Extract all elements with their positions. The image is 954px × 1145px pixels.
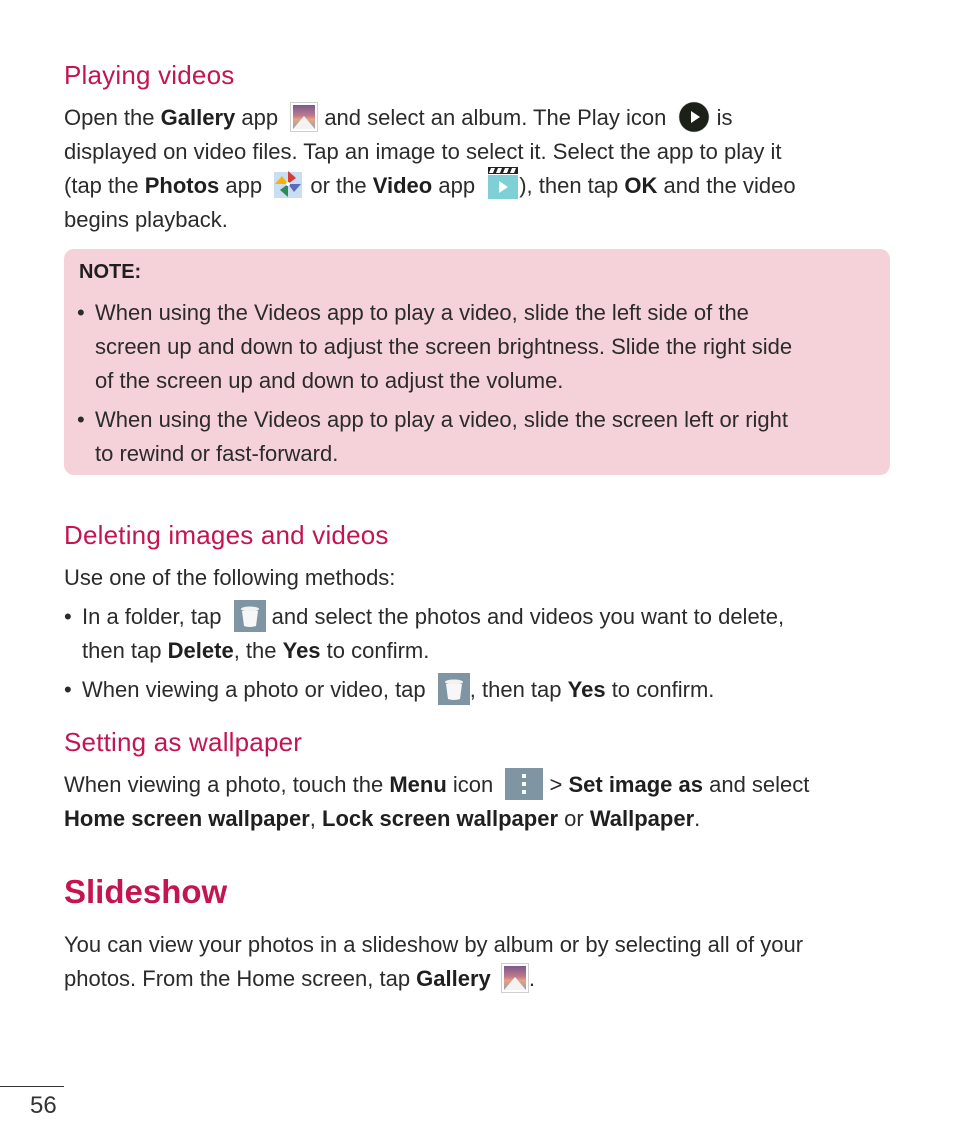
text: then tap: [82, 638, 168, 664]
lock-screen-wallpaper-label: Lock screen wallpaper: [322, 806, 559, 831]
text: or: [558, 806, 590, 831]
text: In a folder, tap: [82, 604, 222, 629]
text: and the video: [657, 173, 796, 198]
text: or the: [304, 173, 373, 198]
slideshow-line-1: You can view your photos in a slideshow …: [64, 932, 804, 957]
text: >: [543, 772, 569, 797]
note-line: screen up and down to adjust the screen …: [95, 334, 793, 359]
bullet-dot: •: [64, 604, 72, 629]
yes-label: Yes: [282, 638, 321, 664]
text: app: [219, 173, 263, 198]
note-item: • When using the Videos app to play a vi…: [77, 403, 885, 471]
text: ), then tap: [519, 173, 625, 198]
wallpaper-line-1: When viewing a photo, touch the Menu ico…: [64, 768, 892, 802]
wallpaper-line-2: Home screen wallpaper, Lock screen wallp…: [64, 802, 892, 836]
text: Open the: [64, 105, 161, 130]
page-number: 56: [30, 1092, 57, 1119]
yes-label: Yes: [567, 677, 606, 702]
playing-videos-line-2: displayed on video files. Tap an image t…: [64, 139, 782, 164]
text: icon: [446, 772, 494, 797]
note-line: to rewind or fast-forward.: [95, 441, 339, 466]
deleting-method-1: • In a folder, tap and select the photos…: [64, 600, 892, 668]
deleting-method-2: • When viewing a photo or video, tap , t…: [64, 673, 892, 707]
video-label: Video: [372, 173, 433, 198]
section-heading-playing-videos: Playing videos: [64, 60, 235, 90]
wallpaper-label: Wallpaper: [589, 806, 695, 831]
photos-app-icon: [272, 168, 304, 200]
text: app: [432, 173, 476, 198]
note-box: NOTE: • When using the Videos app to pla…: [64, 249, 890, 475]
trash-icon: [437, 673, 470, 706]
section-heading-deleting: Deleting images and videos: [64, 520, 389, 550]
home-screen-wallpaper-label: Home screen wallpaper: [64, 806, 310, 831]
play-icon: [678, 101, 710, 133]
gallery-label: Gallery: [160, 105, 236, 130]
deleting-intro: Use one of the following methods:: [64, 565, 396, 590]
playing-videos-line-4: begins playback.: [64, 207, 228, 232]
set-image-as-label: Set image as: [568, 772, 703, 797]
text: is: [710, 105, 733, 130]
menu-label: Menu: [389, 772, 447, 797]
text: to confirm.: [605, 677, 715, 702]
menu-icon: [505, 768, 544, 801]
text: app: [235, 105, 279, 130]
note-item: • When using the Videos app to play a vi…: [77, 296, 885, 398]
gallery-app-icon: [290, 102, 319, 133]
text: When viewing a photo, touch the: [64, 772, 390, 797]
note-label: NOTE:: [79, 261, 142, 283]
playing-videos-line-1: Open the Gallery app and select an album…: [64, 101, 892, 135]
bullet-line: then tap Delete, the Yes to confirm.: [82, 634, 892, 668]
bullet-dot: •: [64, 677, 72, 702]
ok-label: OK: [624, 173, 658, 198]
note-line: When using the Videos app to play a vide…: [95, 407, 789, 432]
photos-label: Photos: [144, 173, 220, 198]
video-app-icon: [487, 166, 519, 200]
delete-label: Delete: [167, 638, 234, 664]
note-line: of the screen up and down to adjust the …: [95, 368, 564, 393]
gallery-label: Gallery: [416, 966, 491, 991]
text: .: [528, 966, 536, 991]
text: (tap the: [64, 173, 145, 198]
bullet-line: In a folder, tap and select the photos a…: [82, 600, 892, 634]
trash-icon: [233, 600, 266, 633]
footer-divider: [0, 1086, 64, 1087]
text: , then tap: [469, 677, 568, 702]
bullet-line: When viewing a photo or video, tap , the…: [82, 673, 892, 707]
slideshow-line-2: photos. From the Home screen, tap Galler…: [64, 962, 892, 996]
bullet-dot: •: [77, 407, 85, 432]
playing-videos-line-3: (tap the Photos app or the Video app), …: [64, 166, 892, 204]
text: ,: [309, 806, 323, 831]
text: to confirm.: [320, 638, 430, 664]
text: When viewing a photo or video, tap: [82, 677, 426, 702]
section-heading-slideshow: Slideshow: [64, 873, 228, 910]
text: .: [694, 806, 701, 831]
text: and select an album. The Play icon: [318, 105, 667, 130]
note-line: When using the Videos app to play a vide…: [95, 300, 749, 325]
gallery-app-icon: [500, 963, 529, 994]
section-heading-wallpaper: Setting as wallpaper: [64, 727, 303, 757]
text: and select: [702, 772, 810, 797]
text: and select the photos and videos you wan…: [265, 604, 785, 629]
text: , the: [233, 638, 283, 664]
text: photos. From the Home screen, tap: [64, 966, 417, 991]
bullet-dot: •: [77, 300, 85, 325]
